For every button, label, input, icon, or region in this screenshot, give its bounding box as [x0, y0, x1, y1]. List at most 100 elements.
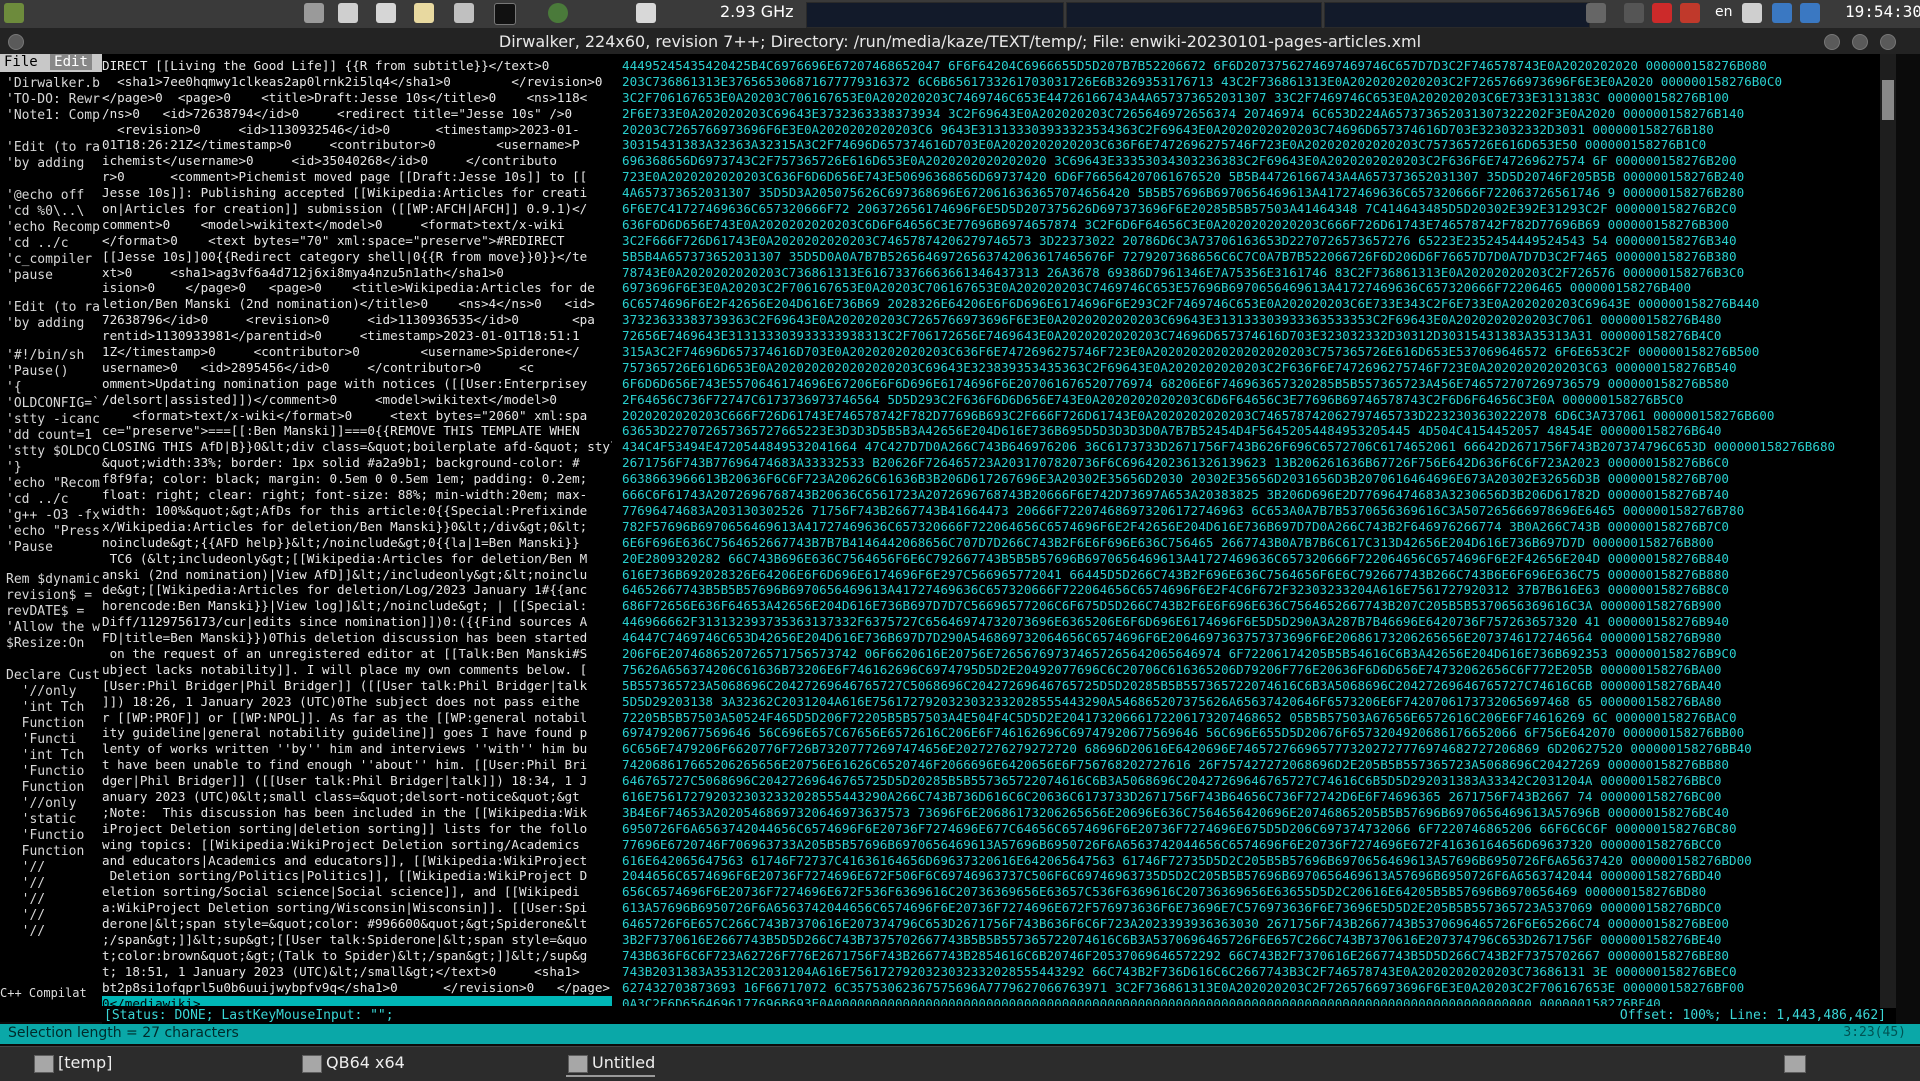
text-line[interactable]: /delsort|assisted]])</comment>0 <model>w… [102, 392, 612, 408]
hex-line[interactable]: 5B557365723A5068696C20427269646765727C50… [622, 678, 1882, 694]
text-line[interactable]: and educators|Academics and educators]],… [102, 853, 612, 869]
text-line[interactable]: f8f9fa; color: black; margin: 0.5em 0 0.… [102, 471, 612, 487]
text-line[interactable]: r>0 <comment>Pichemist moved page [[Draf… [102, 169, 612, 185]
hex-line[interactable]: 4A657373652031307 35D5D3A205075626C69736… [622, 185, 1882, 201]
text-line[interactable]: width: 100%&quot;&gt;AfDs for this artic… [102, 503, 612, 519]
hex-line[interactable]: 315A3C2F74696D657374616D703E0A2020202020… [622, 344, 1882, 360]
vertical-scrollbar[interactable] [1880, 54, 1896, 1022]
keyboard-layout[interactable]: en [1715, 4, 1733, 20]
text-line[interactable]: CLOSING THIS AfD|B}}0&lt;div class=&quot… [102, 439, 612, 455]
text-line[interactable]: ;/span&gt;]]&lt;sup&gt;[[User talk:Spide… [102, 932, 612, 948]
scrollbar-thumb[interactable] [1882, 80, 1894, 120]
hex-column[interactable]: 44495245435420425B4C6976696E672074686520… [622, 58, 1882, 1006]
text-line[interactable]: FD|title=Ben Manski}})0This deletion dis… [102, 630, 612, 646]
text-line[interactable]: ;Note: This discussion has been included… [102, 805, 612, 821]
text-line[interactable]: horencode:Ben Manski}}|View log]]&lt;/no… [102, 598, 612, 614]
hex-line[interactable]: 37323633383739363C2F69643E0A202020203C72… [622, 312, 1882, 328]
text-line[interactable]: dger|Phil Bridger]] ([[User talk:Phil Br… [102, 773, 612, 789]
hex-line[interactable]: 6C6574696F6E2F42656E204D616E736B69 20283… [622, 296, 1882, 312]
hex-line[interactable]: 2F6E733E0A202020203C69643E37323633383739… [622, 106, 1882, 122]
code-line[interactable]: 'g++ -O3 -fx [6, 508, 102, 523]
hex-line[interactable]: 30315431383A32363A32315A3C2F74696D657374… [622, 137, 1882, 153]
text-line[interactable]: on the request of an unregistered editor… [102, 646, 612, 662]
text-line[interactable]: /ns>0 <id>72638794</id>0 <redirect title… [102, 106, 612, 122]
text-line[interactable]: username>0 <id>2895456</id>0 </contribut… [102, 360, 612, 376]
text-line[interactable]: ce="preserve">===[[:Ben Manski]]===0{{RE… [102, 423, 612, 439]
code-line[interactable]: revDATE$ = [6, 604, 102, 619]
code-line[interactable]: Declare Cust [6, 668, 102, 683]
hex-line[interactable]: 77696E6720746F706963733A205B5B57696B6970… [622, 837, 1882, 853]
clock[interactable]: 19:54:30 [1845, 2, 1920, 21]
bluetooth-icon[interactable] [1624, 3, 1644, 23]
code-line[interactable]: 'Pause() [6, 364, 102, 379]
hex-line[interactable]: 6E6F696E636C7564652667743B7B7B4146442068… [622, 535, 1882, 551]
clipboard-manager-icon[interactable] [1800, 3, 1820, 23]
code-line[interactable]: Rem $dynamic [6, 572, 102, 587]
code-line[interactable]: 'OLDCONFIG=` [6, 396, 102, 411]
hex-line[interactable]: 686F72656E636F64653A42656E204D616E736B69… [622, 598, 1882, 614]
hex-line[interactable]: 69747920677569646 56C696E657C67656E65726… [622, 725, 1882, 741]
hex-line[interactable]: 20203C7265766973696F6E3E0A2020202020203C… [622, 122, 1882, 138]
text-column[interactable]: DIRECT [[Living the Good Life]] {{R from… [102, 58, 612, 1006]
security-icon[interactable] [1652, 3, 1672, 23]
text-line[interactable]: ision>0 </page>0 <page>0 <title>Wikipedi… [102, 280, 612, 296]
code-line[interactable]: '} [6, 460, 102, 475]
text-line[interactable]: </format>0 <text bytes="70" xml:space="p… [102, 233, 612, 249]
text-line[interactable]: float: right; clear: right; font-size: 8… [102, 487, 612, 503]
code-line[interactable]: revision$ = [6, 588, 102, 603]
hex-line[interactable]: 3B4E6F74653A20205468697320646973637573 7… [622, 805, 1882, 821]
code-line[interactable]: 'cd %0\..\ [6, 204, 102, 219]
hex-line[interactable]: 742068617665206265656E20756E61626C652074… [622, 757, 1882, 773]
show-desktop-button[interactable] [1776, 1053, 1812, 1075]
hex-line[interactable]: 6C656E7479206F6620776F726B73207772697474… [622, 741, 1882, 757]
text-line[interactable]: [[Jesse 10s]]00{{Redirect category shell… [102, 249, 612, 265]
code-line[interactable]: 'cd ../c [6, 492, 102, 507]
code-line[interactable]: 'Functi [6, 732, 102, 747]
hex-line[interactable]: 743B2031383A35312C2031204A616E7561727920… [622, 964, 1882, 980]
code-line[interactable]: 'TO-DO: Rewr [6, 92, 102, 107]
hex-line[interactable]: 203C736861313E376565306871677779316372 6… [622, 74, 1882, 90]
hex-line[interactable]: 78743E0A2020202020203C736861313E61673376… [622, 265, 1882, 281]
hex-viewer[interactable]: DIRECT [[Living the Good Life]] {{R from… [102, 54, 1896, 1022]
text-line[interactable]: de&gt;[[Wikipedia:Articles for deletion/… [102, 582, 612, 598]
text-line[interactable]: a:WikiProject Deletion sorting/Wisconsin… [102, 900, 612, 916]
text-line[interactable]: noinclude&gt;{{AFD help}}&lt;/noinclude&… [102, 535, 612, 551]
code-line[interactable]: 'Edit (to ra [6, 300, 102, 315]
text-line[interactable]: on|Articles for creation]] submission ([… [102, 201, 612, 217]
code-line[interactable]: 'stty $OLDCO [6, 444, 102, 459]
code-line[interactable]: 'stty -icanc [6, 412, 102, 427]
text-line[interactable]: r [[WP:PROF]] or [[WP:NPOL]]. As far as … [102, 710, 612, 726]
text-line[interactable]: ichemist</username>0 <id>35040268</id>0 … [102, 153, 612, 169]
hex-line[interactable]: 616E7561727920323032332028555443290A266C… [622, 789, 1882, 805]
hex-line[interactable]: 616E642065647563 61746F72737C41636164656… [622, 853, 1882, 869]
code-line[interactable]: 'int Tch [6, 748, 102, 763]
hex-line[interactable]: 20E2809320282 66C743B696E636C7564656F6E6… [622, 551, 1882, 567]
code-line[interactable]: '// [6, 892, 102, 907]
window-titlebar[interactable]: Dirwalker, 224x60, revision 7++; Directo… [0, 28, 1920, 54]
code-line[interactable]: '// [6, 924, 102, 939]
code-line[interactable]: 'Edit (to ra [6, 140, 102, 155]
browser-icon[interactable] [548, 3, 568, 23]
code-line[interactable]: '// [6, 876, 102, 891]
terminal-icon[interactable] [494, 3, 516, 25]
code-line[interactable]: '@echo off [6, 188, 102, 203]
code-line[interactable]: 'pause [6, 268, 102, 283]
text-line[interactable]: DIRECT [[Living the Good Life]] {{R from… [102, 58, 612, 74]
hex-line[interactable]: 2044656C6574696F6E20736F7274696E672F506F… [622, 868, 1882, 884]
text-line[interactable]: t; 18:51, 1 January 2023 (UTC)&lt;/small… [102, 964, 612, 980]
hex-line[interactable]: 46447C7469746C653D42656E204D616E736B697D… [622, 630, 1882, 646]
text-line[interactable]: [User:Phil Bridger|Phil Bridger]] ([[Use… [102, 678, 612, 694]
text-line[interactable]: </page>0 <page>0 <title>Draft:Jesse 10s<… [102, 90, 612, 106]
hex-line[interactable]: 757365726E616D653E0A2020202020202020203C… [622, 360, 1882, 376]
text-line[interactable]: &quot;width:33%; border: 1px solid #a2a9… [102, 455, 612, 471]
code-line[interactable]: 'cd ../c [6, 236, 102, 251]
hex-line[interactable]: 723E0A2020202020203C636F6D6D656E743E5069… [622, 169, 1882, 185]
network-icon[interactable] [1772, 3, 1792, 23]
hex-line[interactable]: 75626A656374206C61636B73206E6F746162696C… [622, 662, 1882, 678]
taskbar-item-qb64[interactable]: QB64 x64 [300, 1053, 405, 1075]
clipboard-icon[interactable] [636, 3, 656, 23]
text-editor-icon[interactable] [414, 3, 434, 23]
text-line[interactable]: ubject lacks notability]]. I will place … [102, 662, 612, 678]
code-line[interactable]: Function [6, 716, 102, 731]
hex-line[interactable]: 636F6D6D656E743E0A2020202020203C6D6F6465… [622, 217, 1882, 233]
